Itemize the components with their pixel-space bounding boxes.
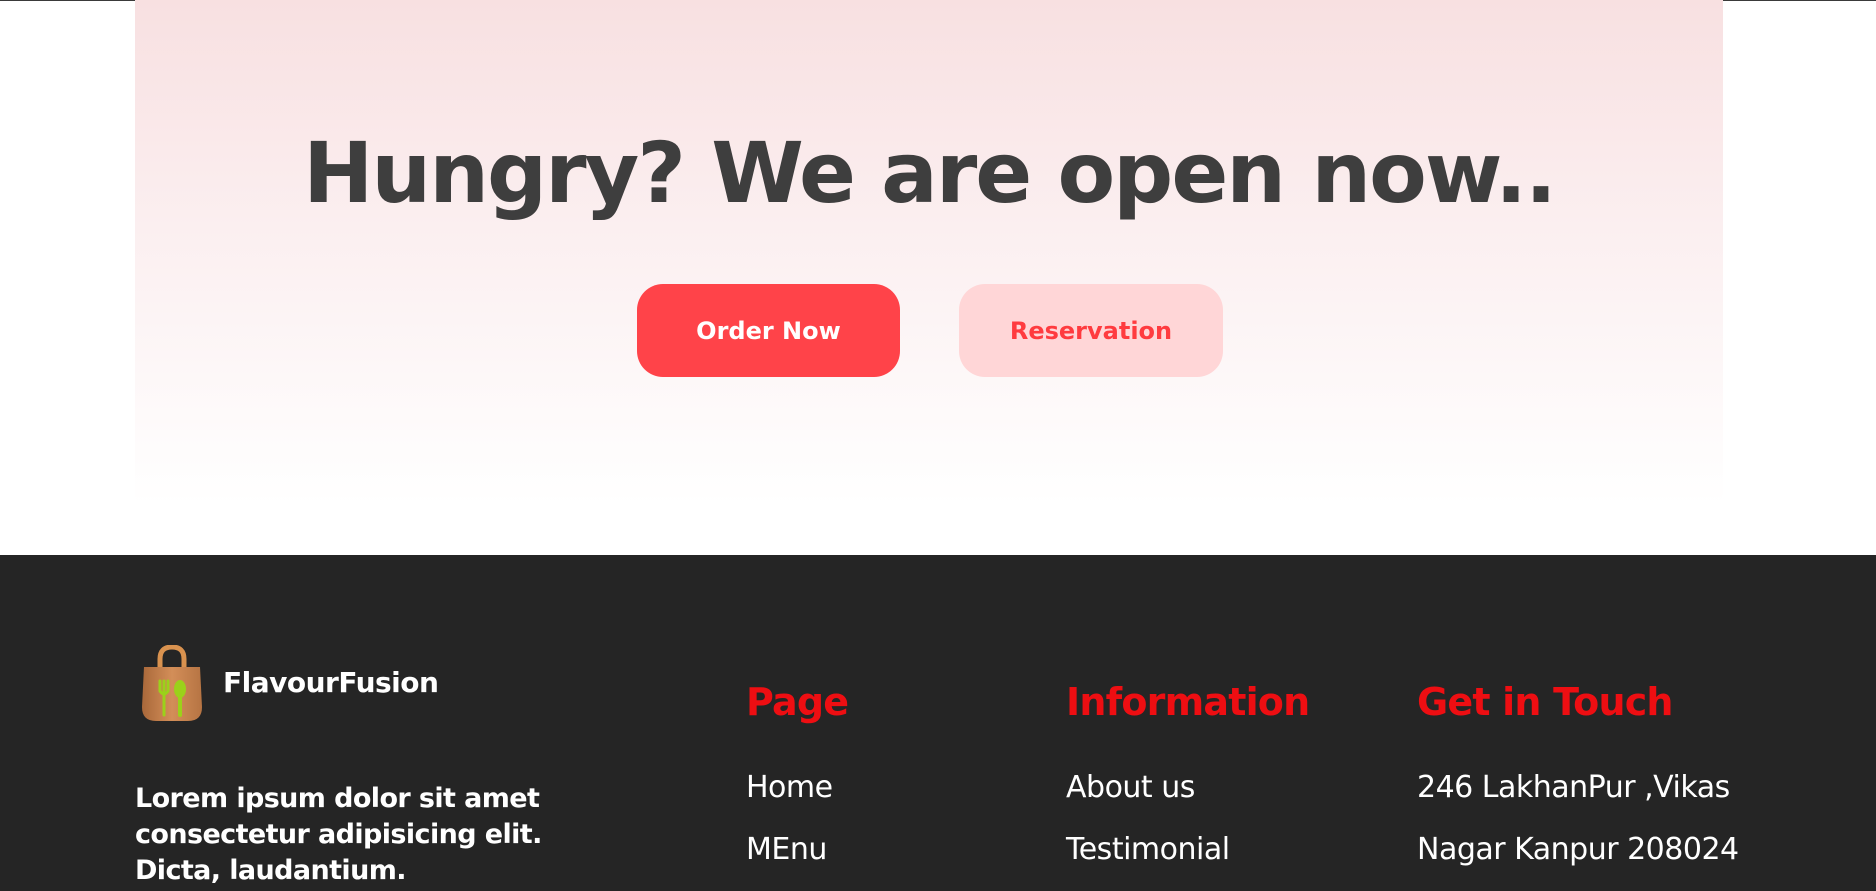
- footer-link-testimonial[interactable]: Testimonial: [1066, 832, 1230, 867]
- order-now-button[interactable]: Order Now: [637, 284, 900, 377]
- hero-title: Hungry? We are open now..: [303, 124, 1557, 222]
- address-line-2: Nagar Kanpur 208024: [1417, 832, 1739, 867]
- get-in-touch-heading: Get in Touch: [1417, 680, 1673, 724]
- brand-name[interactable]: FlavourFusion: [223, 666, 439, 699]
- address-line-1: 246 LakhanPur ,Vikas: [1417, 770, 1730, 805]
- footer-link-menu[interactable]: MEnu: [746, 832, 827, 867]
- footer-link-home[interactable]: Home: [746, 770, 833, 805]
- reservation-button[interactable]: Reservation: [959, 284, 1223, 377]
- page-column-heading: Page: [746, 680, 849, 724]
- footer-link-about-us[interactable]: About us: [1066, 770, 1195, 805]
- shopping-bag-fork-spoon-icon[interactable]: [140, 644, 204, 723]
- hero-banner: Hungry? We are open now.. Order Now Rese…: [135, 0, 1723, 505]
- footer-tagline: Lorem ipsum dolor sit amet consectetur a…: [135, 783, 542, 886]
- information-column-heading: Information: [1066, 680, 1310, 724]
